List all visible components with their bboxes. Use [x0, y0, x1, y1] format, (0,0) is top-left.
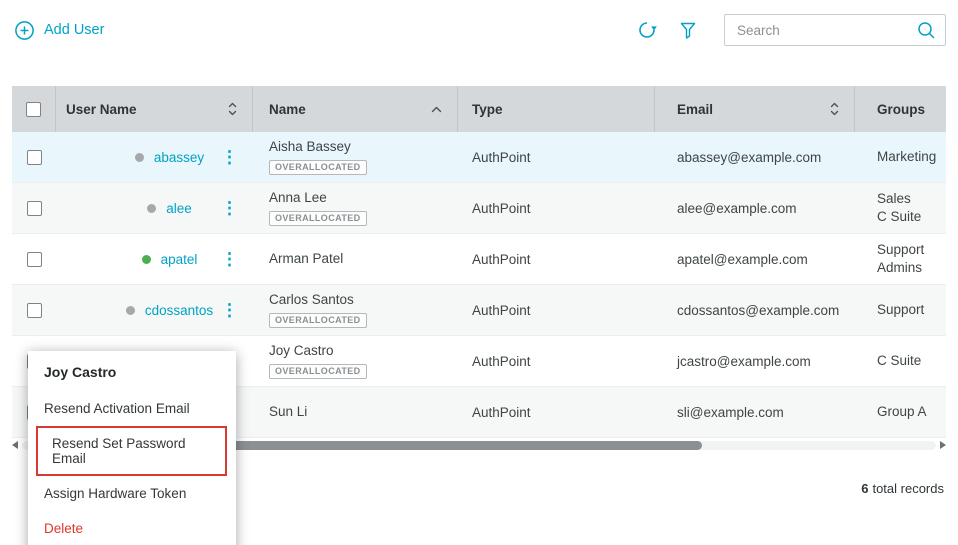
status-dot-icon: [135, 153, 144, 162]
user-email: sli@example.com: [655, 387, 855, 437]
header-user-name[interactable]: User Name: [56, 86, 253, 132]
search-box: [724, 14, 946, 46]
sort-both-icon[interactable]: [829, 100, 854, 118]
full-name: Sun Li: [269, 404, 458, 420]
full-name: Carlos Santos: [269, 292, 458, 308]
menu-item-resend-set-password-email[interactable]: Resend Set Password Email: [36, 426, 227, 476]
search-input[interactable]: [737, 23, 915, 38]
row-checkbox[interactable]: [27, 201, 42, 216]
full-name: Aisha Bassey: [269, 139, 458, 155]
full-name: Arman Patel: [269, 251, 458, 267]
row-context-menu: Joy Castro Resend Activation Email Resen…: [28, 351, 236, 545]
menu-item-delete[interactable]: Delete: [28, 511, 236, 545]
user-groups: Support: [855, 285, 946, 335]
table-row: abassey ⋮ Aisha Bassey OVERALLOCATED Aut…: [12, 132, 946, 183]
username-link[interactable]: cdossantos: [145, 303, 213, 318]
header-type-label: Type: [472, 102, 503, 117]
table-row: alee ⋮ Anna Lee OVERALLOCATED AuthPoint …: [12, 183, 946, 234]
scroll-right-arrow-icon[interactable]: [940, 441, 946, 449]
select-all-checkbox[interactable]: [26, 102, 41, 117]
overallocated-badge: OVERALLOCATED: [269, 160, 367, 175]
header-email-label: Email: [677, 102, 713, 117]
user-groups: Group A: [855, 387, 946, 437]
status-dot-icon: [142, 255, 151, 264]
username-link[interactable]: alee: [166, 201, 192, 216]
header-user-name-label: User Name: [66, 102, 137, 117]
record-count: 6: [861, 481, 868, 496]
menu-item-resend-activation-email[interactable]: Resend Activation Email: [28, 391, 236, 426]
full-name: Anna Lee: [269, 190, 458, 206]
table-header-row: User Name Name Type: [12, 86, 946, 132]
user-email: alee@example.com: [655, 183, 855, 233]
context-menu-title: Joy Castro: [28, 351, 236, 391]
user-type: AuthPoint: [458, 132, 655, 182]
user-type: AuthPoint: [458, 285, 655, 335]
table-row: apatel ⋮ Arman Patel AuthPoint apatel@ex…: [12, 234, 946, 285]
header-name[interactable]: Name: [253, 86, 458, 132]
user-type: AuthPoint: [458, 183, 655, 233]
username-link[interactable]: abassey: [154, 150, 204, 165]
add-user-label: Add User: [44, 22, 104, 38]
refresh-icon[interactable]: [636, 19, 658, 41]
sort-both-icon[interactable]: [227, 100, 252, 118]
menu-item-assign-hardware-token[interactable]: Assign Hardware Token: [28, 476, 236, 511]
header-groups-label: Groups: [877, 102, 925, 117]
overallocated-badge: OVERALLOCATED: [269, 313, 367, 328]
row-checkbox[interactable]: [27, 252, 42, 267]
add-user-button[interactable]: Add User: [14, 20, 104, 41]
row-checkbox[interactable]: [27, 150, 42, 165]
user-groups: Support Admins: [855, 234, 946, 284]
user-email: jcastro@example.com: [655, 336, 855, 386]
header-type[interactable]: Type: [458, 86, 655, 132]
overallocated-badge: OVERALLOCATED: [269, 211, 367, 226]
row-menu-icon[interactable]: ⋮: [219, 249, 240, 270]
user-groups: Sales C Suite: [855, 183, 946, 233]
header-email[interactable]: Email: [655, 86, 855, 132]
toolbar-right: [636, 14, 946, 46]
status-dot-icon: [126, 306, 135, 315]
scrollbar-thumb[interactable]: [228, 441, 702, 450]
row-menu-icon[interactable]: ⋮: [219, 198, 240, 219]
user-email: cdossantos@example.com: [655, 285, 855, 335]
overallocated-badge: OVERALLOCATED: [269, 364, 367, 379]
full-name: Joy Castro: [269, 343, 458, 359]
sort-asc-icon[interactable]: [430, 105, 457, 114]
header-name-label: Name: [269, 102, 306, 117]
user-management-page: Add User: [0, 0, 958, 545]
row-menu-icon[interactable]: ⋮: [219, 147, 240, 168]
search-icon[interactable]: [915, 19, 937, 41]
table-row: cdossantos ⋮ Carlos Santos OVERALLOCATED…: [12, 285, 946, 336]
user-groups: C Suite: [855, 336, 946, 386]
toolbar: Add User: [0, 0, 958, 46]
scroll-left-arrow-icon[interactable]: [12, 441, 18, 449]
user-email: abassey@example.com: [655, 132, 855, 182]
user-type: AuthPoint: [458, 336, 655, 386]
filter-icon[interactable]: [678, 20, 698, 40]
row-menu-icon[interactable]: ⋮: [219, 300, 240, 321]
row-checkbox[interactable]: [27, 303, 42, 318]
username-link[interactable]: apatel: [161, 252, 198, 267]
record-count-label: total records: [872, 481, 944, 496]
user-type: AuthPoint: [458, 234, 655, 284]
select-all-checkbox-cell: [12, 86, 56, 132]
plus-circle-icon: [14, 20, 35, 41]
user-groups: Marketing: [855, 132, 946, 182]
header-groups[interactable]: Groups: [855, 86, 946, 132]
status-dot-icon: [147, 204, 156, 213]
user-email: apatel@example.com: [655, 234, 855, 284]
user-type: AuthPoint: [458, 387, 655, 437]
